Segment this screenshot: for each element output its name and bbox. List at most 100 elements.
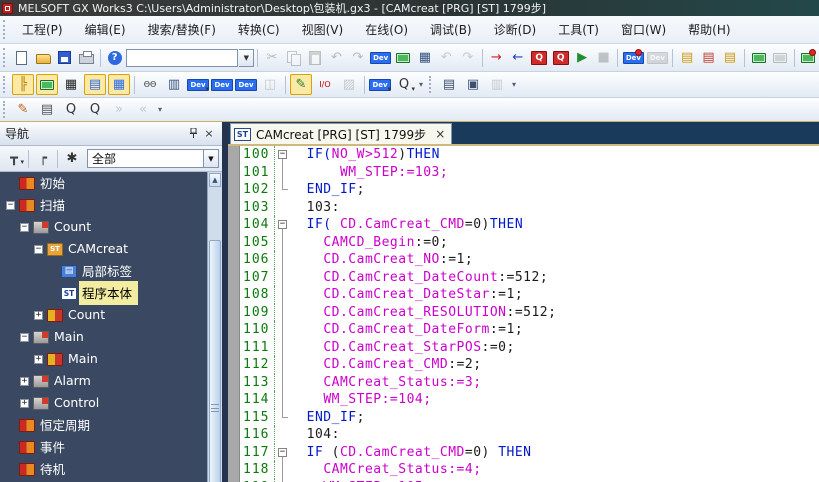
code-line[interactable]: 107 CD.CamCreat_DateCount:=512; bbox=[228, 269, 819, 287]
io-config-icon[interactable]: ▦ bbox=[415, 47, 434, 68]
tree-item-Count[interactable]: +Count bbox=[0, 304, 222, 326]
menu-item[interactable]: 帮助(H) bbox=[677, 17, 741, 43]
collapse-icon[interactable]: − bbox=[6, 201, 15, 210]
menu-item[interactable]: 诊断(D) bbox=[483, 17, 548, 43]
tree-item-[interactable]: −扫描 bbox=[0, 194, 222, 216]
device-monitor-icon[interactable]: Dev bbox=[622, 47, 644, 68]
code-line[interactable]: 115 END_IF; bbox=[228, 409, 819, 427]
element-selection-icon[interactable] bbox=[36, 74, 58, 95]
toolbar-grip[interactable] bbox=[3, 101, 8, 117]
zoom-tool-icon[interactable]: Q bbox=[393, 74, 415, 95]
menu-item[interactable]: 窗口(W) bbox=[610, 17, 677, 43]
io-check-icon[interactable]: I/O bbox=[314, 74, 336, 95]
menu-item[interactable]: 搜索/替换(F) bbox=[137, 17, 227, 43]
tree-collapse-icon[interactable]: ┍ bbox=[33, 149, 53, 168]
menu-item[interactable]: 转换(C) bbox=[227, 17, 291, 43]
fold-collapse-icon[interactable]: − bbox=[275, 444, 290, 462]
program-check-icon[interactable]: Q bbox=[60, 99, 82, 120]
code-line[interactable]: 101 WM_STEP:=103; bbox=[228, 164, 819, 182]
tree-item-[interactable]: 初始 bbox=[0, 172, 222, 194]
code-line[interactable]: 119 WM_STEP:=105; bbox=[228, 479, 819, 482]
code-line[interactable]: 105 CAMCD_Begin:=0; bbox=[228, 234, 819, 252]
tree-sort-icon[interactable]: ┳ bbox=[4, 149, 24, 168]
collapse-icon[interactable]: − bbox=[34, 245, 43, 254]
scroll-up-icon[interactable]: ▲ bbox=[209, 173, 221, 187]
code-line[interactable]: 108 CD.CamCreat_DateStar:=1; bbox=[228, 286, 819, 304]
tree-item-Main[interactable]: −Main bbox=[0, 326, 222, 348]
tree-item-Count[interactable]: −Count bbox=[0, 216, 222, 238]
expand-icon[interactable]: + bbox=[34, 311, 43, 320]
scrollbar-thumb[interactable] bbox=[209, 240, 221, 482]
comment-display-icon[interactable]: ▤ bbox=[677, 47, 696, 68]
remote-reset-icon[interactable] bbox=[799, 47, 818, 68]
search-device-combo[interactable] bbox=[126, 49, 238, 67]
menu-item[interactable]: 在线(O) bbox=[354, 17, 419, 43]
write-to-plc-icon[interactable]: → bbox=[487, 47, 506, 68]
menu-item[interactable]: 工具(T) bbox=[547, 17, 610, 43]
code-line[interactable]: 112 CD.CamCreat_CMD:=2; bbox=[228, 356, 819, 374]
outline-view-icon[interactable]: ▤ bbox=[84, 74, 106, 95]
read-from-plc-icon[interactable]: ← bbox=[508, 47, 527, 68]
close-icon[interactable]: × bbox=[201, 127, 217, 141]
edit-mode-icon[interactable]: ✎ bbox=[290, 74, 312, 95]
grid-view-icon[interactable]: ▦ bbox=[108, 74, 130, 95]
find-replace-window-icon[interactable]: ▥ bbox=[163, 74, 185, 95]
remote-run-icon[interactable] bbox=[749, 47, 768, 68]
code-line[interactable]: 117− IF (CD.CamCreat_CMD=0) THEN bbox=[228, 444, 819, 462]
toolbar-overflow-icon[interactable]: ▾ bbox=[155, 105, 165, 114]
comment-edit-icon[interactable]: ▤ bbox=[699, 47, 718, 68]
convert-icon[interactable]: ✎ bbox=[12, 99, 34, 120]
toolbar-overflow-icon[interactable]: ▾ bbox=[416, 80, 426, 89]
help-icon[interactable]: ? bbox=[105, 47, 124, 68]
object-window-icon[interactable]: ▣ bbox=[462, 74, 484, 95]
expand-icon[interactable]: + bbox=[34, 355, 43, 364]
tree-item-[interactable]: ST程序本体 bbox=[0, 282, 222, 304]
menubar-grip[interactable] bbox=[3, 20, 8, 39]
code-line[interactable]: 110 CD.CamCreat_DateForm:=1; bbox=[228, 321, 819, 339]
code-line[interactable]: 109 CD.CamCreat_RESOLUTION:=512; bbox=[228, 304, 819, 322]
tree-item-Main[interactable]: +Main bbox=[0, 348, 222, 370]
menu-item[interactable]: 视图(V) bbox=[291, 17, 355, 43]
collapse-icon[interactable]: − bbox=[20, 223, 29, 232]
new-project-icon[interactable] bbox=[12, 47, 31, 68]
parameter-window-icon[interactable]: ▤ bbox=[438, 74, 460, 95]
code-line[interactable]: 113 CAMCreat_Status:=3; bbox=[228, 374, 819, 392]
fold-collapse-icon[interactable]: − bbox=[275, 216, 290, 234]
code-line[interactable]: 103 103: bbox=[228, 199, 819, 217]
chevron-down-icon[interactable]: ▼ bbox=[239, 49, 254, 67]
tree-scrollbar[interactable]: ▲ bbox=[207, 172, 222, 482]
selection-margin[interactable] bbox=[228, 146, 240, 482]
tree-item-Control[interactable]: +Control bbox=[0, 392, 222, 414]
toolbar-grip[interactable] bbox=[3, 76, 8, 94]
toolbar-grip[interactable] bbox=[3, 48, 8, 67]
tree-settings-icon[interactable]: ✱ bbox=[62, 149, 82, 168]
device-write-icon[interactable]: Dev bbox=[370, 47, 392, 68]
fold-collapse-icon[interactable]: − bbox=[275, 146, 290, 164]
device-find-icon[interactable]: Dev bbox=[187, 74, 209, 95]
pin-icon[interactable] bbox=[185, 127, 201, 141]
verify-with-plc-icon[interactable]: Q bbox=[530, 47, 549, 68]
module-configuration-icon[interactable]: ▦ bbox=[60, 74, 82, 95]
tab-close-icon[interactable]: × bbox=[435, 128, 445, 140]
comment-batch-icon[interactable]: ▤ bbox=[720, 47, 739, 68]
st-code-editor[interactable]: 100− IF(NO_W>512)THEN101 WM_STEP:=103;10… bbox=[228, 146, 819, 482]
code-line[interactable]: 102 END_IF; bbox=[228, 181, 819, 199]
collapse-icon[interactable]: − bbox=[20, 333, 29, 342]
device-batch-icon[interactable]: Dev bbox=[235, 74, 257, 95]
navigation-window-icon[interactable]: ╠ bbox=[12, 74, 34, 95]
menu-item[interactable]: 工程(P) bbox=[11, 17, 74, 43]
code-line[interactable]: 100− IF(NO_W>512)THEN bbox=[228, 146, 819, 164]
toolbar-grip[interactable] bbox=[429, 76, 434, 94]
tree-filter-dropdown[interactable]: 全部 ▼ bbox=[87, 149, 219, 168]
tree-item-[interactable]: ▤局部标签 bbox=[0, 260, 222, 282]
monitor-start-icon[interactable]: ▶ bbox=[572, 47, 591, 68]
print-icon[interactable] bbox=[76, 47, 95, 68]
convert-all-icon[interactable]: ▤ bbox=[36, 99, 58, 120]
menu-item[interactable]: 编辑(E) bbox=[74, 17, 137, 43]
expand-icon[interactable]: + bbox=[20, 399, 29, 408]
open-project-icon[interactable] bbox=[33, 47, 52, 68]
tab-camcreat[interactable]: ST CAMcreat [PRG] [ST] 1799步 × bbox=[230, 123, 452, 144]
tree-item-Alarm[interactable]: +Alarm bbox=[0, 370, 222, 392]
tree-item-[interactable]: 恒定周期 bbox=[0, 414, 222, 436]
tree-item-[interactable]: 待机 bbox=[0, 458, 222, 480]
